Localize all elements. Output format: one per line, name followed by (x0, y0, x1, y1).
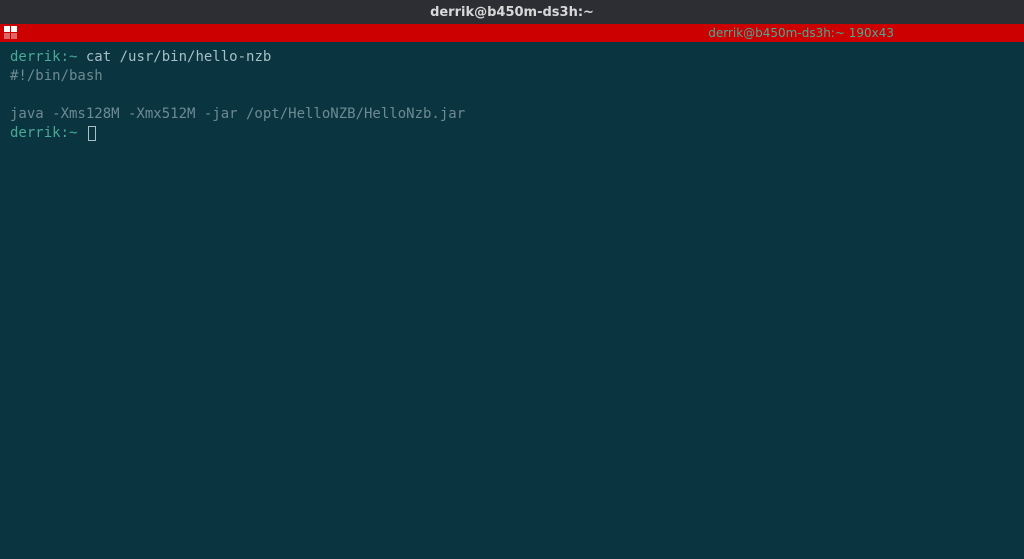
status-bar: derrik@b450m-ds3h:~ 190x43 (0, 24, 1024, 42)
window-titlebar: derrik@b450m-ds3h:~ (0, 0, 1024, 24)
prompt: derrik:~ (10, 49, 77, 65)
output-line: #!/bin/bash (10, 68, 103, 84)
prompt: derrik:~ (10, 125, 77, 141)
tiling-layout-icon[interactable] (4, 26, 18, 40)
cursor (88, 126, 96, 141)
status-bar-info: derrik@b450m-ds3h:~ 190x43 (708, 26, 894, 40)
output-line: java -Xms128M -Xmx512M -jar /opt/HelloNZ… (10, 106, 465, 122)
terminal-area[interactable]: derrik:~ cat /usr/bin/hello-nzb #!/bin/b… (0, 42, 1024, 148)
command-text: cat /usr/bin/hello-nzb (77, 49, 271, 65)
window-title: derrik@b450m-ds3h:~ (430, 5, 594, 20)
